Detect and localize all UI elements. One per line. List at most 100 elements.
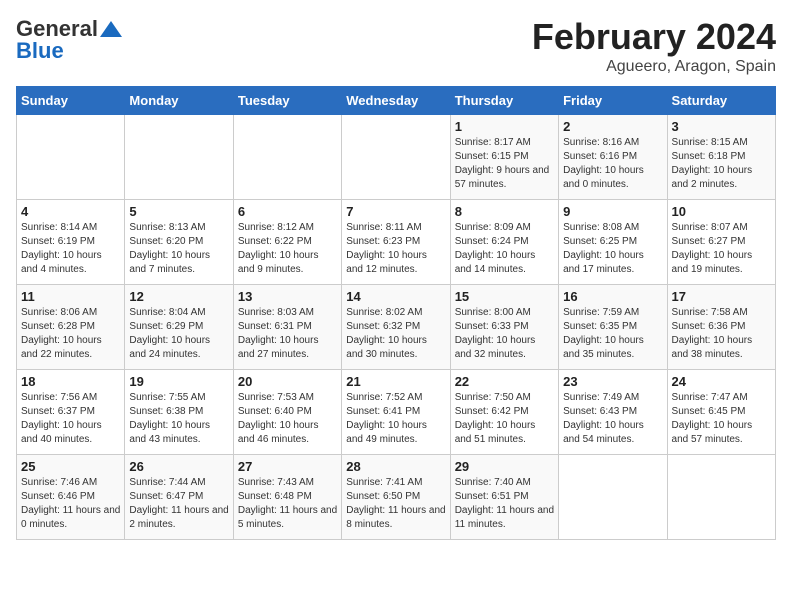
day-detail: Sunrise: 7:46 AM Sunset: 6:46 PM Dayligh… xyxy=(21,476,120,532)
calendar-cell: 17 Sunrise: 7:58 AM Sunset: 6:36 PM Dayli… xyxy=(667,285,775,370)
calendar-cell xyxy=(342,115,450,200)
day-detail: Sunrise: 8:02 AM Sunset: 6:32 PM Dayligh… xyxy=(346,306,445,362)
calendar-cell: 12 Sunrise: 8:04 AM Sunset: 6:29 PM Dayli… xyxy=(125,285,233,370)
calendar-cell: 27 Sunrise: 7:43 AM Sunset: 6:48 PM Dayli… xyxy=(233,455,341,540)
day-number: 24 xyxy=(672,374,771,389)
calendar-cell: 9Sunrise: 8:08 AM Sunset: 6:25 PM Daylig… xyxy=(559,200,667,285)
logo-icon xyxy=(100,21,122,37)
calendar-cell: 22 Sunrise: 7:50 AM Sunset: 6:42 PM Dayli… xyxy=(450,370,558,455)
day-detail: Sunrise: 7:50 AM Sunset: 6:42 PM Dayligh… xyxy=(455,391,554,447)
calendar-cell: 13 Sunrise: 8:03 AM Sunset: 6:31 PM Dayli… xyxy=(233,285,341,370)
calendar-cell xyxy=(233,115,341,200)
day-detail: Sunrise: 7:59 AM Sunset: 6:35 PM Dayligh… xyxy=(563,306,662,362)
calendar-cell: 14 Sunrise: 8:02 AM Sunset: 6:32 PM Dayli… xyxy=(342,285,450,370)
calendar-cell: 8 Sunrise: 8:09 AM Sunset: 6:24 PM Daylig… xyxy=(450,200,558,285)
day-detail: Sunrise: 7:53 AM Sunset: 6:40 PM Dayligh… xyxy=(238,391,337,447)
day-detail: Sunrise: 8:07 AM Sunset: 6:27 PM Dayligh… xyxy=(672,221,771,277)
day-number: 27 xyxy=(238,459,337,474)
day-detail: Sunrise: 8:15 AM Sunset: 6:18 PM Dayligh… xyxy=(672,136,771,192)
day-number: 26 xyxy=(129,459,228,474)
day-number: 19 xyxy=(129,374,228,389)
calendar-cell: 20 Sunrise: 7:53 AM Sunset: 6:40 PM Dayli… xyxy=(233,370,341,455)
day-detail: Sunrise: 8:14 AM Sunset: 6:19 PM Dayligh… xyxy=(21,221,120,277)
day-number: 29 xyxy=(455,459,554,474)
day-detail: Sunrise: 7:47 AM Sunset: 6:45 PM Dayligh… xyxy=(672,391,771,447)
calendar-cell: 11Sunrise: 8:06 AM Sunset: 6:28 PM Dayli… xyxy=(17,285,125,370)
calendar-cell: 10Sunrise: 8:07 AM Sunset: 6:27 PM Dayli… xyxy=(667,200,775,285)
day-detail: Sunrise: 7:41 AM Sunset: 6:50 PM Dayligh… xyxy=(346,476,445,532)
calendar-cell xyxy=(559,455,667,540)
page-title: February 2024 xyxy=(532,16,776,58)
calendar-cell: 15 Sunrise: 8:00 AM Sunset: 6:33 PM Dayli… xyxy=(450,285,558,370)
day-number: 3 xyxy=(672,119,771,134)
page-subtitle: Agueero, Aragon, Spain xyxy=(532,58,776,76)
weekday-header-tuesday: Tuesday xyxy=(233,87,341,115)
calendar-cell: 6 Sunrise: 8:12 AM Sunset: 6:22 PM Daylig… xyxy=(233,200,341,285)
day-detail: Sunrise: 8:09 AM Sunset: 6:24 PM Dayligh… xyxy=(455,221,554,277)
calendar-cell: 2 Sunrise: 8:16 AM Sunset: 6:16 PM Daylig… xyxy=(559,115,667,200)
day-detail: Sunrise: 8:16 AM Sunset: 6:16 PM Dayligh… xyxy=(563,136,662,192)
day-detail: Sunrise: 8:06 AM Sunset: 6:28 PM Dayligh… xyxy=(21,306,120,362)
calendar-cell: 21 Sunrise: 7:52 AM Sunset: 6:41 PM Dayli… xyxy=(342,370,450,455)
weekday-header-sunday: Sunday xyxy=(17,87,125,115)
day-detail: Sunrise: 7:52 AM Sunset: 6:41 PM Dayligh… xyxy=(346,391,445,447)
calendar-cell: 5Sunrise: 8:13 AM Sunset: 6:20 PM Daylig… xyxy=(125,200,233,285)
day-number: 17 xyxy=(672,289,771,304)
day-number: 23 xyxy=(563,374,662,389)
day-number: 8 xyxy=(455,204,554,219)
week-row-0: 1Sunrise: 8:17 AM Sunset: 6:15 PM Daylig… xyxy=(17,115,776,200)
day-detail: Sunrise: 8:04 AM Sunset: 6:29 PM Dayligh… xyxy=(129,306,228,362)
day-number: 16 xyxy=(563,289,662,304)
calendar-cell: 4Sunrise: 8:14 AM Sunset: 6:19 PM Daylig… xyxy=(17,200,125,285)
page-header: General Blue February 2024 Agueero, Arag… xyxy=(16,16,776,76)
calendar-cell xyxy=(125,115,233,200)
day-detail: Sunrise: 7:49 AM Sunset: 6:43 PM Dayligh… xyxy=(563,391,662,447)
day-detail: Sunrise: 8:03 AM Sunset: 6:31 PM Dayligh… xyxy=(238,306,337,362)
day-number: 6 xyxy=(238,204,337,219)
day-detail: Sunrise: 7:43 AM Sunset: 6:48 PM Dayligh… xyxy=(238,476,337,532)
day-number: 22 xyxy=(455,374,554,389)
day-detail: Sunrise: 7:40 AM Sunset: 6:51 PM Dayligh… xyxy=(455,476,554,532)
day-detail: Sunrise: 8:08 AM Sunset: 6:25 PM Dayligh… xyxy=(563,221,662,277)
day-number: 13 xyxy=(238,289,337,304)
day-number: 2 xyxy=(563,119,662,134)
day-detail: Sunrise: 8:13 AM Sunset: 6:20 PM Dayligh… xyxy=(129,221,228,277)
day-detail: Sunrise: 8:00 AM Sunset: 6:33 PM Dayligh… xyxy=(455,306,554,362)
day-number: 21 xyxy=(346,374,445,389)
weekday-header-monday: Monday xyxy=(125,87,233,115)
day-number: 15 xyxy=(455,289,554,304)
calendar-cell: 16 Sunrise: 7:59 AM Sunset: 6:35 PM Dayli… xyxy=(559,285,667,370)
calendar-cell: 19 Sunrise: 7:55 AM Sunset: 6:38 PM Dayli… xyxy=(125,370,233,455)
week-row-2: 11Sunrise: 8:06 AM Sunset: 6:28 PM Dayli… xyxy=(17,285,776,370)
calendar-cell: 7 Sunrise: 8:11 AM Sunset: 6:23 PM Daylig… xyxy=(342,200,450,285)
calendar-cell: 23 Sunrise: 7:49 AM Sunset: 6:43 PM Dayli… xyxy=(559,370,667,455)
day-detail: Sunrise: 8:11 AM Sunset: 6:23 PM Dayligh… xyxy=(346,221,445,277)
weekday-header-friday: Friday xyxy=(559,87,667,115)
day-number: 7 xyxy=(346,204,445,219)
day-number: 12 xyxy=(129,289,228,304)
calendar-cell: 24 Sunrise: 7:47 AM Sunset: 6:45 PM Dayli… xyxy=(667,370,775,455)
calendar-cell: 1Sunrise: 8:17 AM Sunset: 6:15 PM Daylig… xyxy=(450,115,558,200)
calendar-cell xyxy=(17,115,125,200)
day-number: 14 xyxy=(346,289,445,304)
title-block: February 2024 Agueero, Aragon, Spain xyxy=(532,16,776,76)
logo-blue: Blue xyxy=(16,38,64,64)
day-detail: Sunrise: 7:56 AM Sunset: 6:37 PM Dayligh… xyxy=(21,391,120,447)
day-number: 18 xyxy=(21,374,120,389)
week-row-3: 18 Sunrise: 7:56 AM Sunset: 6:37 PM Dayli… xyxy=(17,370,776,455)
weekday-header-wednesday: Wednesday xyxy=(342,87,450,115)
day-number: 20 xyxy=(238,374,337,389)
calendar-table: SundayMondayTuesdayWednesdayThursdayFrid… xyxy=(16,86,776,540)
calendar-cell: 26Sunrise: 7:44 AM Sunset: 6:47 PM Dayli… xyxy=(125,455,233,540)
week-row-4: 25 Sunrise: 7:46 AM Sunset: 6:46 PM Dayli… xyxy=(17,455,776,540)
day-number: 25 xyxy=(21,459,120,474)
day-detail: Sunrise: 8:12 AM Sunset: 6:22 PM Dayligh… xyxy=(238,221,337,277)
weekday-header-thursday: Thursday xyxy=(450,87,558,115)
calendar-cell: 28Sunrise: 7:41 AM Sunset: 6:50 PM Dayli… xyxy=(342,455,450,540)
calendar-cell: 25 Sunrise: 7:46 AM Sunset: 6:46 PM Dayli… xyxy=(17,455,125,540)
day-detail: Sunrise: 7:58 AM Sunset: 6:36 PM Dayligh… xyxy=(672,306,771,362)
calendar-cell xyxy=(667,455,775,540)
day-detail: Sunrise: 7:55 AM Sunset: 6:38 PM Dayligh… xyxy=(129,391,228,447)
calendar-cell: 29 Sunrise: 7:40 AM Sunset: 6:51 PM Dayli… xyxy=(450,455,558,540)
week-row-1: 4Sunrise: 8:14 AM Sunset: 6:19 PM Daylig… xyxy=(17,200,776,285)
